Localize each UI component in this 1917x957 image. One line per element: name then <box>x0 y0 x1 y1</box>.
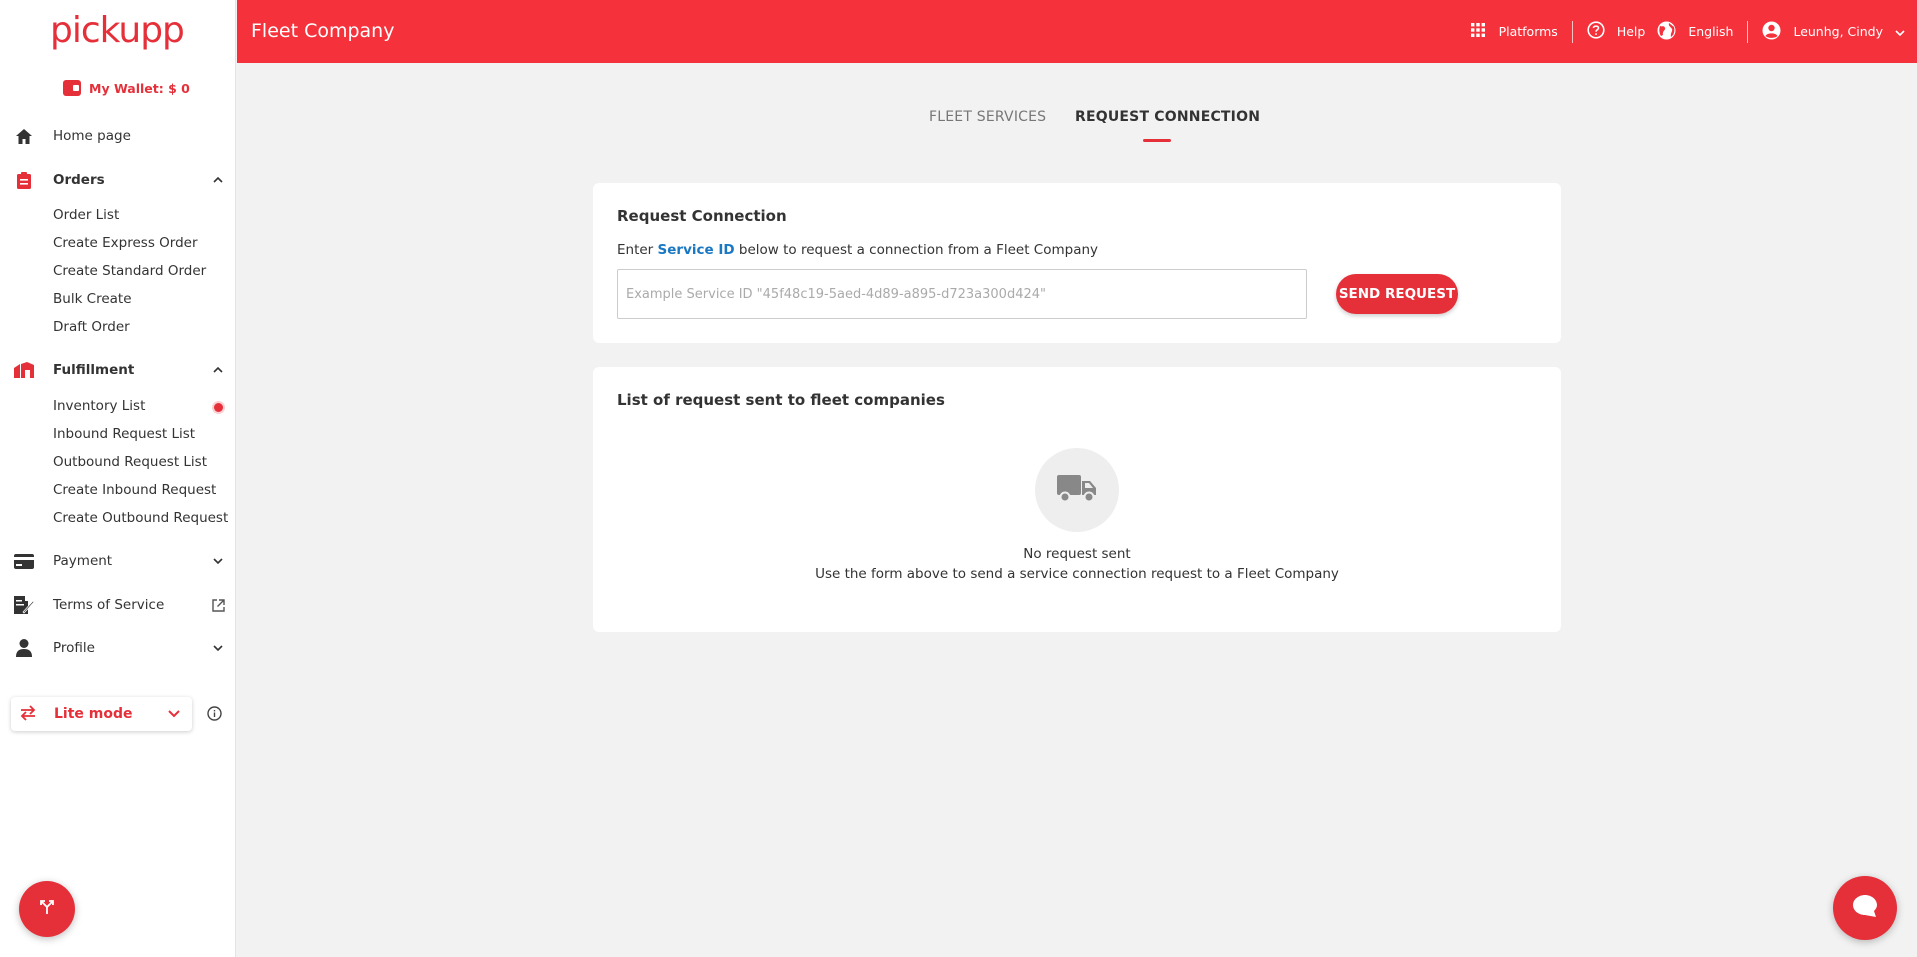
warehouse-icon <box>14 360 34 380</box>
chevron-down-icon <box>1895 24 1905 39</box>
user-name: Leunhg, Cindy <box>1793 24 1883 39</box>
sidebar-subitem-create-inbound-request[interactable]: Create Inbound Request <box>53 479 216 501</box>
empty-state-badge <box>1035 448 1119 532</box>
service-id-link[interactable]: Service ID <box>658 242 735 258</box>
tab-request-connection[interactable]: REQUEST CONNECTION <box>1075 109 1260 125</box>
sidebar-subitem-bulk-create[interactable]: Bulk Create <box>53 288 132 310</box>
sidebar-subitem-create-standard-order[interactable]: Create Standard Order <box>53 260 206 282</box>
credit-card-icon <box>14 551 34 571</box>
sidebar-subitem-create-outbound-request[interactable]: Create Outbound Request <box>53 507 228 529</box>
notification-dot <box>214 403 223 412</box>
sidebar-subitem-inbound-request-list[interactable]: Inbound Request List <box>53 423 195 445</box>
sidebar-subitem-inventory-list[interactable]: Inventory List <box>53 395 145 417</box>
sidebar-item-label: Home page <box>53 128 131 144</box>
help-button[interactable]: Help <box>1587 21 1646 42</box>
header-divider <box>1571 20 1573 43</box>
help-icon <box>1587 21 1605 42</box>
sidebar-item-fulfillment[interactable]: Fulfillment <box>0 353 236 387</box>
desc-prefix: Enter <box>617 242 654 258</box>
swap-arrows-icon <box>19 705 37 725</box>
info-icon[interactable] <box>207 706 222 725</box>
sidebar-item-label: Profile <box>53 640 95 656</box>
sidebar: pickupp My Wallet: $ 0 Home page Orders … <box>0 0 236 957</box>
tab-fleet-services[interactable]: FLEET SERVICES <box>929 109 1046 125</box>
wallet-label: My Wallet: $ 0 <box>89 80 190 96</box>
empty-state-description: Use the form above to send a service con… <box>815 566 1339 582</box>
header-divider <box>1747 20 1749 43</box>
card-title: Request Connection <box>617 207 787 225</box>
account-circle-icon <box>1762 21 1781 43</box>
sidebar-item-label: Terms of Service <box>53 597 165 613</box>
clipboard-icon <box>14 170 34 190</box>
platforms-button[interactable]: Platforms <box>1470 23 1558 40</box>
help-label: Help <box>1616 24 1646 39</box>
lite-mode-selector[interactable]: Lite mode <box>11 697 192 731</box>
sidebar-item-label: Payment <box>53 553 113 569</box>
user-menu[interactable]: Leunhg, Cindy <box>1762 21 1905 43</box>
desc-suffix: below to request a connection from a Fle… <box>738 242 1099 258</box>
platforms-label: Platforms <box>1498 24 1558 39</box>
language-label: English <box>1688 24 1734 39</box>
sidebar-subitem-draft-order[interactable]: Draft Order <box>53 316 130 338</box>
sidebar-item-home[interactable]: Home page <box>0 119 236 153</box>
person-icon <box>14 638 34 658</box>
chat-fab-button[interactable] <box>1833 876 1897 940</box>
service-id-input[interactable] <box>617 269 1307 319</box>
chat-bubble-icon <box>1852 894 1878 922</box>
sidebar-subitem-outbound-request-list[interactable]: Outbound Request List <box>53 451 207 473</box>
active-tab-indicator <box>1143 139 1171 142</box>
external-link-icon <box>210 597 226 613</box>
empty-state-title: No request sent <box>1023 546 1131 562</box>
wallet-icon <box>63 80 81 96</box>
send-request-button[interactable]: SEND REQUEST <box>1336 274 1458 314</box>
route-fab-button[interactable] <box>19 881 75 937</box>
merge-arrows-icon <box>39 899 55 919</box>
sidebar-item-terms[interactable]: Terms of Service <box>0 588 236 622</box>
wallet-link[interactable]: My Wallet: $ 0 <box>63 80 190 96</box>
pickupp-logo[interactable]: pickupp <box>50 10 185 51</box>
chevron-down-icon <box>168 706 180 722</box>
sidebar-item-label: Fulfillment <box>53 362 135 378</box>
globe-icon <box>1657 21 1676 43</box>
request-list-card: List of request sent to fleet companies … <box>593 367 1561 632</box>
card-title: List of request sent to fleet companies <box>617 391 945 409</box>
grid-icon <box>1470 23 1485 40</box>
sidebar-item-label: Orders <box>53 172 105 188</box>
chevron-down-icon <box>210 640 226 656</box>
document-sign-icon <box>14 595 34 615</box>
home-icon <box>14 126 34 146</box>
header-actions: Platforms Help English Leunhg, Cindy <box>1470 0 1905 63</box>
chevron-up-icon <box>210 172 226 188</box>
page-title: Fleet Company <box>251 20 395 42</box>
chevron-down-icon <box>210 553 226 569</box>
request-connection-card: Request Connection Enter Service ID belo… <box>593 183 1561 343</box>
sidebar-item-profile[interactable]: Profile <box>0 631 236 665</box>
language-button[interactable]: English <box>1657 21 1733 43</box>
sidebar-subitem-order-list[interactable]: Order List <box>53 204 119 226</box>
sidebar-item-payment[interactable]: Payment <box>0 544 236 578</box>
sidebar-subitem-create-express-order[interactable]: Create Express Order <box>53 232 198 254</box>
top-header: Fleet Company Platforms Help English Leu… <box>237 0 1917 63</box>
lite-mode-label: Lite mode <box>54 706 133 722</box>
chevron-up-icon <box>210 362 226 378</box>
card-description: Enter Service ID below to request a conn… <box>617 242 1098 258</box>
truck-icon <box>1057 473 1097 507</box>
sidebar-item-orders[interactable]: Orders <box>0 163 236 197</box>
